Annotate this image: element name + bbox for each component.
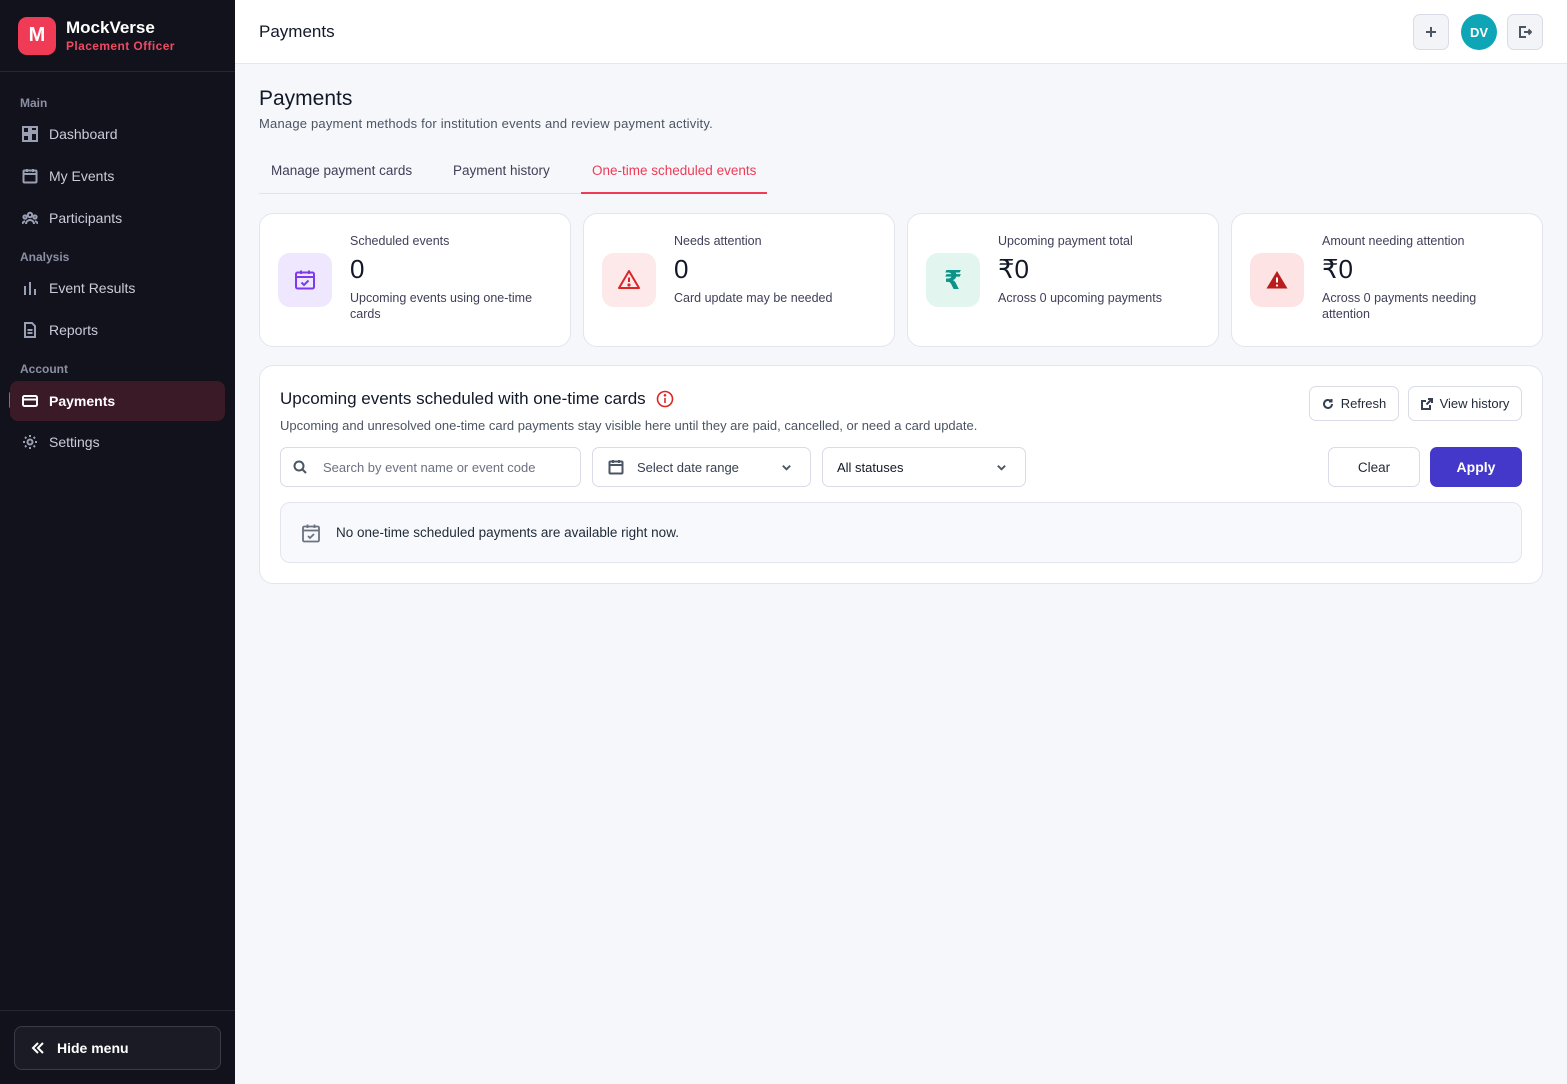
warning-outline-icon [618,270,640,289]
tab-manage-payment-cards[interactable]: Manage payment cards [271,163,412,178]
scheduled-events-panel: Upcoming events scheduled with one-time … [259,365,1543,584]
sidebar-divider [0,1010,235,1011]
double-chevron-left-icon [31,1042,44,1054]
sidebar-item-label: Event Results [49,280,136,296]
stat-card-upcoming-payment-total: ₹ Upcoming payment total ₹0 Across 0 upc… [907,213,1219,347]
sidebar-item-label: Settings [49,434,100,450]
sidebar-item-my-events[interactable]: My Events [10,156,225,196]
stat-value: ₹0 [1322,254,1354,284]
topbar: Payments DV [235,0,1567,64]
refresh-icon [1322,398,1333,409]
stat-label: Needs attention [674,234,762,248]
sidebar-item-reports[interactable]: Reports [10,310,225,350]
clear-button[interactable]: Clear [1328,447,1420,487]
stat-icon-box [278,253,332,307]
page-title: Payments [259,87,353,110]
sidebar-item-label: Reports [49,322,99,338]
calendar-icon [608,460,624,475]
rupee-icon: ₹ [926,253,980,307]
warning-filled-icon [1266,271,1288,289]
stat-card-scheduled-events: Scheduled events 0 Upcoming events using… [259,213,571,347]
nav-section-main: Main [20,96,48,110]
status-select-value: All statuses [837,459,904,475]
sidebar-item-label: Dashboard [49,126,118,142]
stat-card-amount-needing-attention: Amount needing attention ₹0 Across 0 pay… [1231,213,1543,347]
page-subtitle: Manage payment methods for institution e… [259,116,713,131]
panel-subtitle: Upcoming and unresolved one-time card pa… [280,418,978,433]
logout-button[interactable] [1507,14,1543,50]
sidebar-item-label: My Events [49,168,115,184]
dashboard-icon [22,126,38,142]
view-history-button[interactable]: View history [1408,386,1522,421]
stat-value: 0 [350,254,365,284]
gear-icon [23,435,37,449]
date-range-label: Select date range [637,459,739,475]
calendar-check-icon [295,270,315,290]
hide-menu-label: Hide menu [57,1040,129,1056]
info-icon[interactable] [656,390,674,408]
sidebar-item-label: Payments [49,393,116,409]
calendar-icon [22,169,38,184]
stat-label: Amount needing attention [1322,234,1465,248]
panel-title: Upcoming events scheduled with one-time … [280,389,646,408]
status-select[interactable]: All statuses [822,447,1026,487]
document-icon [24,322,36,338]
date-range-picker[interactable]: Select date range [592,447,811,487]
tab-payment-history[interactable]: Payment history [453,163,550,178]
external-link-icon [1420,397,1433,410]
brand-logo: M [18,16,56,55]
stat-icon-box [602,253,656,307]
chevron-down-icon [997,464,1006,471]
stat-description: Upcoming events using one-time cards [350,291,533,321]
add-button[interactable] [1413,14,1449,50]
plus-icon [1426,27,1436,37]
stat-label: Scheduled events [350,234,450,248]
sidebar-item-payments[interactable]: Payments [10,381,225,421]
sidebar-item-participants[interactable]: Participants [10,198,225,238]
stat-card-needs-attention: Needs attention 0 Card update may be nee… [583,213,895,347]
brand: M MockVerse Placement Officer [0,0,235,72]
tab-one-time-scheduled-events[interactable]: One-time scheduled events [592,163,756,178]
stat-icon-box [1250,253,1304,307]
brand-name: MockVerse [66,17,155,37]
empty-state-message: No one-time scheduled payments are avail… [336,525,679,540]
sidebar: M MockVerse Placement Officer Main Dashb… [0,0,235,1084]
refresh-button[interactable]: Refresh [1309,386,1399,421]
empty-state: No one-time scheduled payments are avail… [280,502,1522,563]
logout-icon [1519,26,1532,38]
stat-description: Card update may be needed [674,291,833,305]
search-icon [293,460,307,474]
sidebar-item-event-results[interactable]: Event Results [10,268,225,308]
nav-section-analysis: Analysis [20,250,70,264]
search-placeholder: Search by event name or event code [323,459,536,475]
calendar-check-icon [302,524,320,542]
chevron-down-icon [782,464,791,471]
search-input[interactable]: Search by event name or event code [280,447,581,487]
refresh-label: Refresh [1340,396,1387,411]
hide-menu-button[interactable]: Hide menu [14,1026,221,1070]
avatar[interactable]: DV [1461,14,1497,50]
nav-section-account: Account [20,362,68,376]
stat-description: Across 0 upcoming payments [998,291,1162,305]
users-icon [22,211,38,225]
sidebar-item-settings[interactable]: Settings [10,422,225,462]
apply-button[interactable]: Apply [1430,447,1522,487]
topbar-title: Payments [259,22,335,41]
bar-chart-icon [24,282,36,295]
tab-bar: Manage payment cards Payment history One… [259,150,767,194]
stat-description: Across 0 payments needing attention [1322,291,1477,321]
brand-role: Placement Officer [66,38,175,53]
sidebar-item-dashboard[interactable]: Dashboard [10,114,225,154]
active-tab-underline [581,192,767,194]
credit-card-icon [22,395,38,407]
stat-label: Upcoming payment total [998,234,1133,248]
stat-value: 0 [674,254,689,284]
view-history-label: View history [1439,396,1510,411]
stat-value: ₹0 [998,254,1030,284]
sidebar-item-label: Participants [49,210,123,226]
